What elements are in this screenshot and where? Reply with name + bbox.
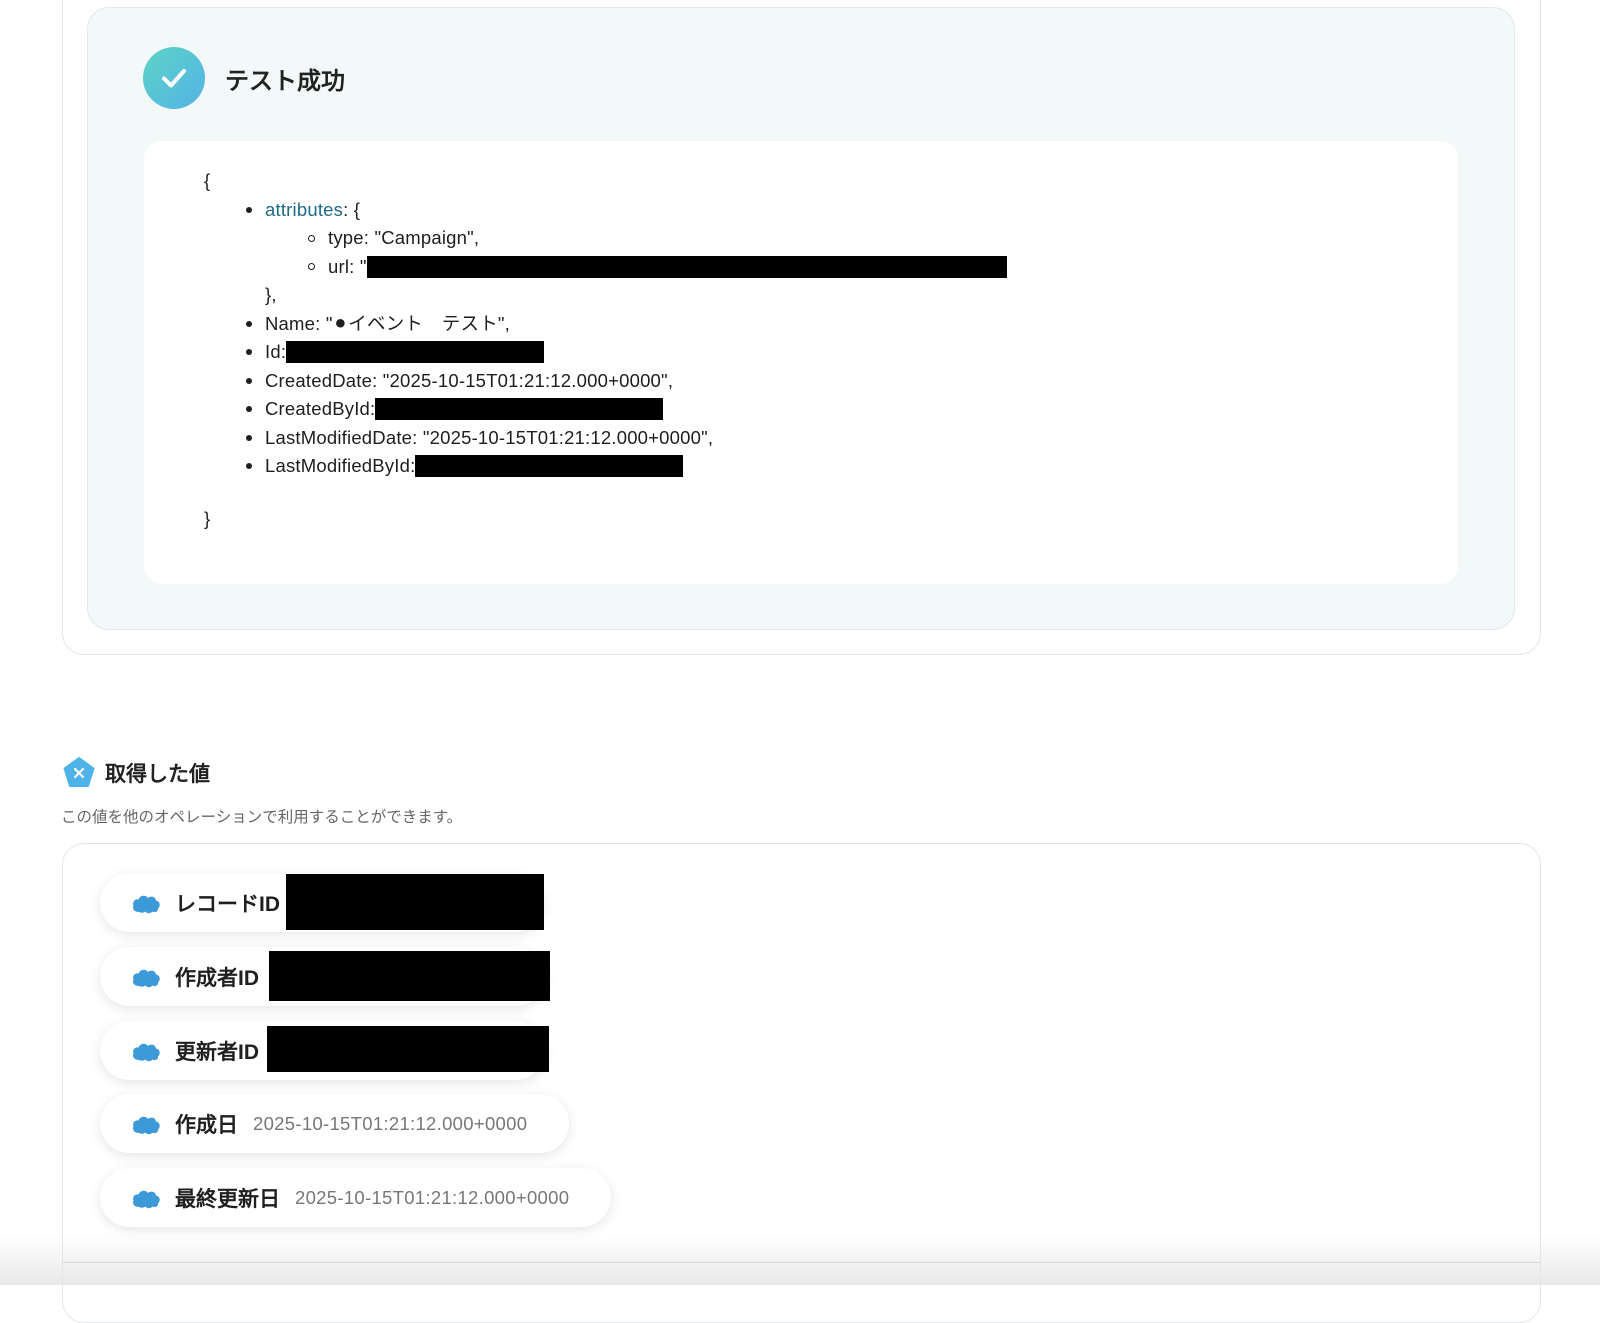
json-type-line: type: "Campaign", (204, 224, 1007, 253)
json-created-by-line: CreatedById: (204, 395, 1007, 424)
bullet-icon (246, 434, 252, 441)
redaction-bar (366, 255, 1007, 278)
bullet-icon (246, 206, 252, 213)
salesforce-cloud-icon (133, 969, 160, 987)
json-attributes-line: attributes : { (204, 196, 1007, 225)
json-url-line: url: " (204, 253, 1007, 282)
type-text: type: "Campaign", (328, 227, 480, 248)
json-created-date-line: CreatedDate: "2025-10-15T01:21:12.000+00… (204, 367, 1007, 396)
acquired-values-header: 取得した値 (62, 756, 210, 790)
bullet-icon (308, 263, 315, 271)
bullet-icon (246, 463, 252, 470)
salesforce-cloud-icon (133, 1043, 160, 1061)
chip-label: レコードID (175, 892, 280, 916)
json-name-line: Name: "⚫イベント テスト", (204, 310, 1007, 339)
bullet-icon (246, 377, 252, 384)
url-prefix: url: " (328, 255, 367, 277)
id-prefix: Id: (265, 341, 287, 362)
success-header: テスト成功 (143, 47, 345, 109)
success-title: テスト成功 (225, 67, 345, 95)
redaction-bar (269, 951, 550, 1001)
acquired-values-description: この値を他のオペレーションで利用することができます。 (61, 809, 463, 826)
bottom-fade (0, 1235, 1600, 1285)
created-by-prefix: CreatedById: (265, 398, 376, 419)
json-close-brace: } (204, 507, 211, 529)
bullet-icon (308, 234, 315, 242)
json-output: { attributes : { type: "Campaign", url: … (144, 141, 1458, 584)
chip-label: 作成者ID (175, 966, 259, 990)
value-chip-created-date[interactable]: 作成日 2025-10-15T01:21:12.000+0000 (100, 1094, 570, 1153)
redaction-bar (286, 874, 544, 930)
bullet-icon (246, 349, 252, 356)
chip-value: 2025-10-15T01:21:12.000+0000 (253, 1112, 528, 1134)
redaction-bar (267, 1026, 549, 1072)
attributes-open: : { (343, 198, 361, 220)
salesforce-cloud-icon (133, 1116, 160, 1134)
check-icon (143, 47, 205, 109)
acquired-values-title: 取得した値 (105, 763, 210, 786)
json-attributes-close: }, (265, 284, 277, 305)
divider (62, 1262, 1541, 1263)
redaction-bar (415, 455, 684, 478)
bullet-icon (246, 406, 252, 413)
json-last-modified-by-line: LastModifiedById: (204, 452, 1007, 481)
salesforce-cloud-icon (133, 1190, 160, 1208)
salesforce-cloud-icon (133, 895, 160, 913)
attributes-key[interactable]: attributes (265, 196, 343, 225)
chip-label: 最終更新日 (175, 1187, 280, 1211)
last-modified-date-text: LastModifiedDate: "2025-10-15T01:21:12.0… (265, 426, 714, 448)
last-modified-by-prefix: LastModifiedById: (265, 455, 416, 476)
bullet-icon (246, 320, 252, 327)
variable-icon (63, 757, 95, 787)
redaction-bar (375, 398, 664, 421)
created-date-text: CreatedDate: "2025-10-15T01:21:12.000+00… (265, 369, 674, 391)
value-chip-last-modified-date[interactable]: 最終更新日 2025-10-15T01:21:12.000+0000 (100, 1168, 612, 1227)
chip-label: 作成日 (175, 1113, 238, 1137)
chip-label: 更新者ID (175, 1040, 259, 1064)
test-success-panel: テスト成功 { attributes : { type: "Campaign",… (87, 7, 1515, 630)
json-id-line: Id: (204, 338, 1007, 367)
json-last-modified-date-line: LastModifiedDate: "2025-10-15T01:21:12.0… (204, 424, 1007, 453)
name-text: Name: "⚫イベント テスト", (265, 312, 511, 334)
redaction-bar (286, 341, 545, 364)
chip-value: 2025-10-15T01:21:12.000+0000 (295, 1186, 570, 1208)
json-open-brace: { (204, 170, 211, 191)
